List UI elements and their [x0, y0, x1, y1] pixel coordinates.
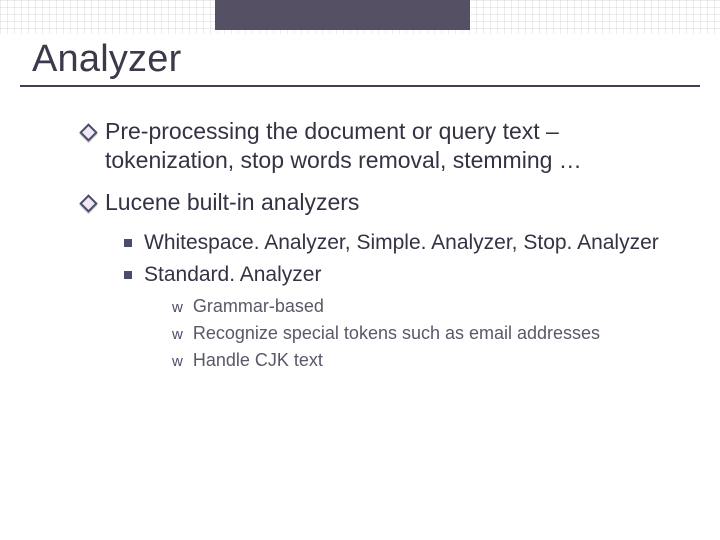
bullet-level2: Whitespace. Analyzer, Simple. Analyzer, … [124, 229, 680, 257]
w-bullet-icon: w [172, 300, 183, 315]
square-bullet-icon [124, 271, 132, 279]
bullet-level1: Lucene built-in analyzers [82, 188, 680, 217]
slide-body: Analyzer Pre-processing the document or … [20, 30, 700, 520]
bullet-level3: w Handle CJK text [172, 349, 680, 372]
w-bullet-icon: w [172, 354, 183, 369]
bullet-level2: Standard. Analyzer [124, 261, 680, 289]
bullet-level3: w Grammar-based [172, 295, 680, 318]
header-accent-block [215, 0, 470, 30]
bullet-text: Lucene built-in analyzers [105, 188, 359, 217]
sublist: Whitespace. Analyzer, Simple. Analyzer, … [82, 229, 680, 372]
slide-title: Analyzer [20, 30, 700, 87]
bullet-text: Recognize special tokens such as email a… [193, 322, 600, 345]
diamond-bullet-icon [82, 126, 95, 139]
bullet-text: Handle CJK text [193, 349, 323, 372]
w-bullet-icon: w [172, 327, 183, 342]
slide-content: Pre-processing the document or query tex… [20, 87, 700, 372]
sub-sublist: w Grammar-based w Recognize special toke… [124, 295, 680, 372]
square-bullet-icon [124, 239, 132, 247]
bullet-text: Pre-processing the document or query tex… [105, 117, 680, 176]
bullet-text: Grammar-based [193, 295, 324, 318]
bullet-text: Standard. Analyzer [144, 261, 321, 289]
bullet-text: Whitespace. Analyzer, Simple. Analyzer, … [144, 229, 659, 257]
diamond-bullet-icon [82, 197, 95, 210]
bullet-level3: w Recognize special tokens such as email… [172, 322, 680, 345]
header-strip [0, 0, 720, 34]
bullet-level1: Pre-processing the document or query tex… [82, 117, 680, 176]
